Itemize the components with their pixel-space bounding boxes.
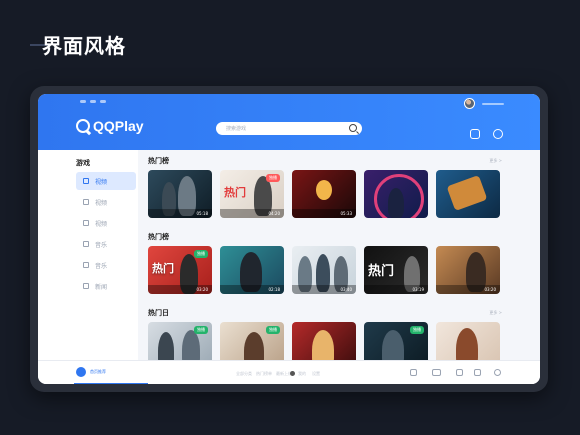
note-icon — [83, 262, 89, 268]
video-card[interactable]: 05:33 — [292, 170, 356, 218]
status-badge: 独播 — [194, 250, 208, 258]
video-card[interactable]: 热门 独播 04:20 — [220, 170, 284, 218]
brand-name: QQPlay — [93, 118, 144, 134]
section-title: 热门榜 — [148, 233, 169, 241]
video-icon — [83, 178, 89, 184]
forward-icon[interactable] — [100, 100, 106, 103]
sidebar-item-news[interactable]: 新闻 — [76, 277, 136, 295]
sidebar-item-label: 音乐 — [95, 262, 108, 270]
window-controls[interactable] — [80, 100, 106, 103]
duration-label: 03:20 — [484, 287, 496, 292]
nav-item[interactable]: 全部分类 — [236, 371, 252, 377]
main-content: 热门榜 更多 > 05:18 热门 独播 04:20 05:33 热门榜 热门 … — [138, 150, 540, 370]
video-card[interactable]: 03:40 — [292, 246, 356, 294]
logo-q-icon — [76, 119, 90, 133]
video-card[interactable]: 02:18 — [220, 246, 284, 294]
section-title: 热门榜 — [148, 157, 169, 165]
sidebar-heading: 游戏 — [76, 159, 90, 167]
search-placeholder: 搜索游戏 — [226, 126, 247, 132]
status-badge: 独播 — [266, 174, 280, 182]
menu-icon[interactable] — [80, 100, 86, 103]
active-indicator — [74, 383, 148, 384]
sidebar-item-video-2[interactable]: 视频 — [76, 193, 136, 211]
video-card[interactable]: 热门 03:19 — [364, 246, 428, 294]
duration-label: 04:20 — [268, 211, 280, 216]
card-title: 热门 — [152, 262, 174, 275]
user-icon[interactable] — [494, 369, 501, 376]
top-bar: QQPlay 搜索游戏 — [38, 94, 540, 150]
status-badge: 独播 — [410, 326, 424, 334]
status-badge: 独播 — [194, 326, 208, 334]
pager-dot-active[interactable] — [290, 371, 295, 376]
search-icon[interactable] — [349, 124, 357, 132]
sidebar-item-label: 视频 — [95, 199, 108, 207]
nav-item[interactable]: 设置 — [312, 371, 320, 377]
duration-label: 05:33 — [340, 211, 352, 216]
sidebar-item-label: 视频 — [95, 178, 108, 186]
duration-label: 03:20 — [196, 287, 208, 292]
duration-label: 03:19 — [412, 287, 424, 292]
duration-label: 02:18 — [268, 287, 280, 292]
home-label[interactable]: 首页推荐 — [90, 369, 106, 375]
search-input[interactable]: 搜索游戏 — [216, 122, 362, 135]
bottom-nav: 首页推荐 全部分类 热门榜单 最新上线 我的 设置 — [38, 360, 540, 384]
sidebar-item-video-3[interactable]: 视频 — [76, 214, 136, 232]
sidebar-item-label: 音乐 — [95, 241, 108, 249]
box-icon — [83, 220, 89, 226]
app-screen: QQPlay 搜索游戏 游戏 视频 视频 视频 音乐 音乐 新闻 热门榜 更多 … — [38, 94, 540, 384]
video-card[interactable]: 03:20 — [436, 246, 500, 294]
home-icon[interactable] — [76, 367, 86, 377]
message-icon[interactable] — [470, 129, 480, 139]
video-card[interactable] — [436, 170, 500, 218]
music-icon — [83, 241, 89, 247]
nav-item[interactable]: 我的 — [298, 371, 306, 377]
user-status-bar — [482, 103, 504, 105]
sidebar-item-video[interactable]: 视频 — [76, 172, 136, 190]
search-icon[interactable] — [493, 129, 503, 139]
sidebar-item-music-2[interactable]: 音乐 — [76, 256, 136, 274]
news-icon — [83, 283, 89, 289]
back-icon[interactable] — [90, 100, 96, 103]
duration-label: 03:40 — [340, 287, 352, 292]
section-title: 热门日 — [148, 309, 169, 317]
duration-label: 05:18 — [196, 211, 208, 216]
page-title: 界面风格 — [42, 34, 126, 58]
edit-icon[interactable] — [474, 369, 481, 376]
more-link[interactable]: 更多 > — [489, 310, 502, 316]
sidebar-item-label: 新闻 — [95, 283, 108, 291]
video-card[interactable] — [364, 170, 428, 218]
app-logo[interactable]: QQPlay — [76, 118, 144, 134]
chat-icon[interactable] — [432, 369, 441, 376]
nav-item[interactable]: 热门榜单 — [256, 371, 272, 377]
sidebar-item-music[interactable]: 音乐 — [76, 235, 136, 253]
video-card[interactable]: 热门 独播 03:20 — [148, 246, 212, 294]
sidebar: 游戏 视频 视频 视频 音乐 音乐 新闻 — [38, 150, 138, 370]
bag-icon — [83, 199, 89, 205]
more-link[interactable]: 更多 > — [489, 158, 502, 164]
card-title: 热门 — [368, 264, 395, 279]
avatar[interactable] — [464, 98, 475, 109]
message-icon[interactable] — [410, 369, 417, 376]
sidebar-item-label: 视频 — [95, 220, 108, 228]
bag-icon[interactable] — [456, 369, 463, 376]
video-card[interactable]: 05:18 — [148, 170, 212, 218]
card-title: 热门 — [224, 186, 246, 199]
device-frame: QQPlay 搜索游戏 游戏 视频 视频 视频 音乐 音乐 新闻 热门榜 更多 … — [30, 86, 548, 392]
status-badge: 独播 — [266, 326, 280, 334]
